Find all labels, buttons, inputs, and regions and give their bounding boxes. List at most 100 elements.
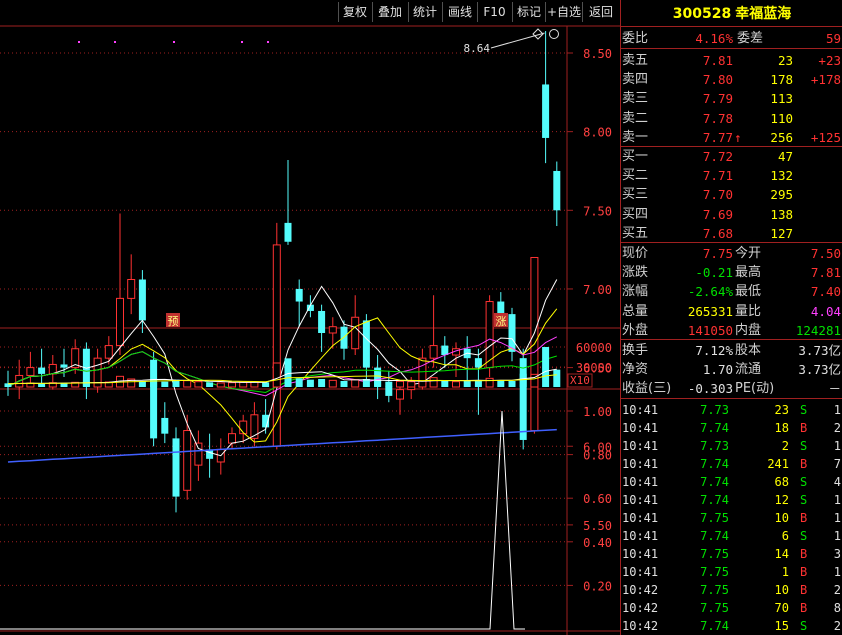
tick-price: 7.74 — [700, 493, 729, 507]
tick-price: 7.74 — [700, 421, 729, 435]
chart-canvas[interactable]: 8.508.007.507.006.506.005.506000030000X1… — [0, 0, 620, 635]
bid-volume: 127 — [770, 225, 793, 241]
trade-tick-row: 10:41 7.75 10 B 1 — [621, 509, 842, 527]
price-axis-label: 7.00 — [583, 283, 612, 297]
price-axis-label: 8.00 — [583, 126, 612, 140]
volume-bar-down — [553, 369, 561, 387]
stat-label: 流通 — [735, 362, 762, 378]
price-axis-label: 5.50 — [583, 519, 612, 533]
volume-bar-down — [340, 381, 348, 387]
price-axis-label: 7.50 — [583, 204, 612, 218]
tick-price: 7.74 — [700, 457, 729, 471]
trade-tick-row: 10:41 7.73 23 S 1 — [621, 401, 842, 419]
tick-volume: 2 — [781, 439, 789, 453]
signal-marker-label: 涨 — [496, 315, 507, 328]
trade-tick-row: 10:42 7.75 10 B 2 — [621, 581, 842, 599]
stat-label: 内盘 — [735, 322, 762, 338]
bid-row-3[interactable]: 买三 7.70 295 — [621, 185, 842, 204]
volume-bar-down — [262, 382, 270, 387]
tick-count: 2 — [833, 583, 841, 597]
ask-volume: 256 — [770, 129, 793, 145]
volume-bar-down — [508, 381, 516, 387]
ask-row-4[interactable]: 卖四 7.80 178 +178 — [621, 70, 842, 89]
tick-volume: 68 — [774, 475, 789, 489]
ask-volume: 113 — [770, 91, 793, 107]
candle-up — [351, 316, 360, 350]
ask-volume: 178 — [770, 72, 793, 88]
candle-up — [396, 389, 404, 400]
ask-label: 卖四 — [622, 72, 649, 88]
stat-value: -2.64% — [687, 284, 733, 300]
stat-value: 4.04 — [810, 303, 841, 319]
tick-time: 10:41 — [622, 439, 659, 453]
stat-label: 净资 — [622, 362, 649, 378]
ask-row-1[interactable]: 卖一 7.77 ↑ 256 +125 — [621, 128, 842, 147]
bid-volume: 132 — [770, 168, 793, 184]
volume-bar-up — [418, 380, 427, 388]
stat-label: 涨幅 — [622, 284, 649, 300]
ask-row-5[interactable]: 卖五 7.81 23 +23 — [621, 51, 842, 70]
tick-count: 1 — [833, 511, 841, 525]
tick-count: 8 — [833, 601, 841, 615]
tick-count: 4 — [833, 475, 841, 489]
stat-row: 涨幅 -2.64% 最低 7.40 — [621, 282, 842, 301]
stat-row: 涨跌 -0.21 最高 7.81 — [621, 263, 842, 282]
volume-bar-up — [228, 382, 236, 388]
stat-row: 总量 265331 量比 4.04 — [621, 302, 842, 321]
bid-row-2[interactable]: 买二 7.71 132 — [621, 166, 842, 185]
stock-header: 300528 幸福蓝海 — [621, 3, 842, 25]
candle-up — [228, 433, 236, 444]
tick-side: S — [800, 403, 808, 417]
stat-value: 7.40 — [810, 284, 841, 300]
trade-tick-row: 10:41 7.74 18 B 2 — [621, 419, 842, 437]
candle-down — [542, 84, 550, 138]
tick-price: 7.75 — [700, 601, 729, 615]
tick-time: 10:42 — [622, 583, 659, 597]
stat-label: 换手 — [622, 343, 649, 358]
tick-volume: 10 — [774, 583, 789, 597]
kline-chart-area[interactable]: 复权 叠加 统计 画线 F10 标记 +自选 返回 8.50 8.00 7.50 7.00 6.50 6… — [0, 0, 620, 635]
stat-value: 3.73亿 — [798, 343, 841, 358]
stat-value: -0.303 — [687, 381, 733, 397]
tick-price: 7.75 — [700, 565, 729, 579]
bid-volume: 47 — [777, 149, 793, 164]
tick-time: 10:41 — [622, 457, 659, 471]
quote-panel: 300528 幸福蓝海 委比 4.16% 委差 59 卖五 7.81 23 +23 卖四 7.80 17… — [620, 0, 842, 635]
bid-row-1[interactable]: 买一 7.72 47 — [621, 147, 842, 166]
ask-price: 7.79 — [702, 91, 733, 107]
candle-up — [26, 367, 35, 376]
panel-separator — [621, 242, 842, 243]
bid-row-5[interactable]: 买五 7.68 127 — [621, 224, 842, 243]
volume-bar-up — [452, 381, 460, 388]
signal-dot — [173, 41, 175, 43]
indicator-axis-label: 1.00 — [583, 405, 612, 419]
stat-row: 现价 7.75 今开 7.50 — [621, 244, 842, 263]
tick-count: 1 — [833, 565, 841, 579]
ask-row-2[interactable]: 卖二 7.78 110 — [621, 109, 842, 128]
volume-bar-down — [385, 381, 393, 387]
tick-count: 1 — [833, 403, 841, 417]
indicator-axis-label: 0.40 — [583, 536, 612, 550]
candle-down — [553, 170, 561, 211]
bid-label: 买五 — [622, 225, 649, 241]
candle-up — [183, 430, 192, 491]
volume-bar-down — [519, 373, 527, 387]
volume-bar-up — [216, 382, 225, 388]
bid-row-4[interactable]: 买四 7.69 138 — [621, 205, 842, 224]
tick-side: B — [800, 583, 808, 597]
tick-time: 10:41 — [622, 421, 659, 435]
volume-bar-up — [485, 377, 494, 388]
weibi-label: 委比 — [622, 31, 649, 46]
stock-name: 幸福蓝海 — [735, 6, 792, 22]
up-arrow-icon: ↑ — [734, 129, 742, 145]
ask-row-3[interactable]: 卖三 7.79 113 — [621, 89, 842, 108]
indicator-axis-label: 0.20 — [583, 579, 612, 593]
volume-bar-up — [396, 380, 404, 388]
tick-time: 10:41 — [622, 565, 659, 579]
candle-down — [138, 279, 146, 321]
stat-value: 7.50 — [810, 246, 841, 261]
bid-price: 7.69 — [702, 206, 733, 222]
tick-side: B — [800, 601, 808, 615]
candle-down — [38, 367, 46, 374]
candle-up — [104, 345, 113, 359]
